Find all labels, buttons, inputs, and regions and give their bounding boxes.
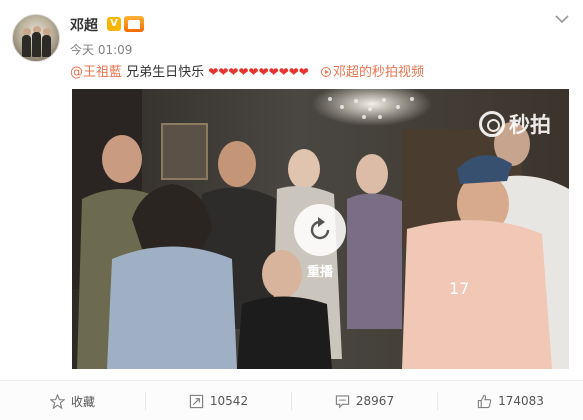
member-crown-icon[interactable] [124,16,144,32]
repost-button[interactable]: 10542 [146,381,291,420]
favorite-label: 收藏 [70,394,95,409]
video-link-label: 邓超的秒拍视频 [333,65,425,80]
replay-label: 重播 [306,265,333,280]
heart-emojis: ❤❤❤❤❤❤❤❤❤❤ [208,65,309,79]
like-button[interactable]: 174083 [438,381,583,420]
avatar[interactable] [12,14,60,62]
like-count: 174083 [498,394,544,408]
mention-link[interactable]: @王祖藍 [70,65,122,80]
star-icon [49,393,65,409]
svg-text:17: 17 [449,279,469,298]
post-content: @王祖藍 兄弟生日快乐 ❤❤❤❤❤❤❤❤❤❤ 邓超的秒拍视频 [70,63,424,82]
post-text: 兄弟生日快乐 [126,65,205,80]
comment-button[interactable]: 28967 [292,381,437,420]
replay-icon [310,217,330,240]
thumbs-up-icon [477,394,492,408]
chevron-down-icon[interactable] [555,14,569,24]
camera-lens-icon [479,111,505,137]
verified-v-icon: V [107,17,121,31]
replay-button[interactable] [294,204,346,256]
favorite-button[interactable]: 收藏 [0,381,145,420]
post-timestamp[interactable]: 今天 01:09 [70,41,132,58]
action-bar: 收藏 10542 28967 174083 [0,380,583,420]
play-circle-icon [321,67,331,77]
comment-icon [335,394,350,408]
miaopai-watermark: 秒拍 [479,109,551,139]
video-link[interactable]: 邓超的秒拍视频 [321,65,424,80]
repost-count: 10542 [209,394,249,408]
repost-icon [189,394,204,408]
username[interactable]: 邓超 [70,15,98,35]
weibo-post-card: 邓超 V 今天 01:09 @王祖藍 兄弟生日快乐 ❤❤❤❤❤❤❤❤❤❤ 邓超的… [0,0,583,420]
video-player[interactable]: 17 秒拍 重播 [72,89,569,369]
comment-count: 28967 [355,394,395,408]
watermark-text: 秒拍 [509,113,551,137]
